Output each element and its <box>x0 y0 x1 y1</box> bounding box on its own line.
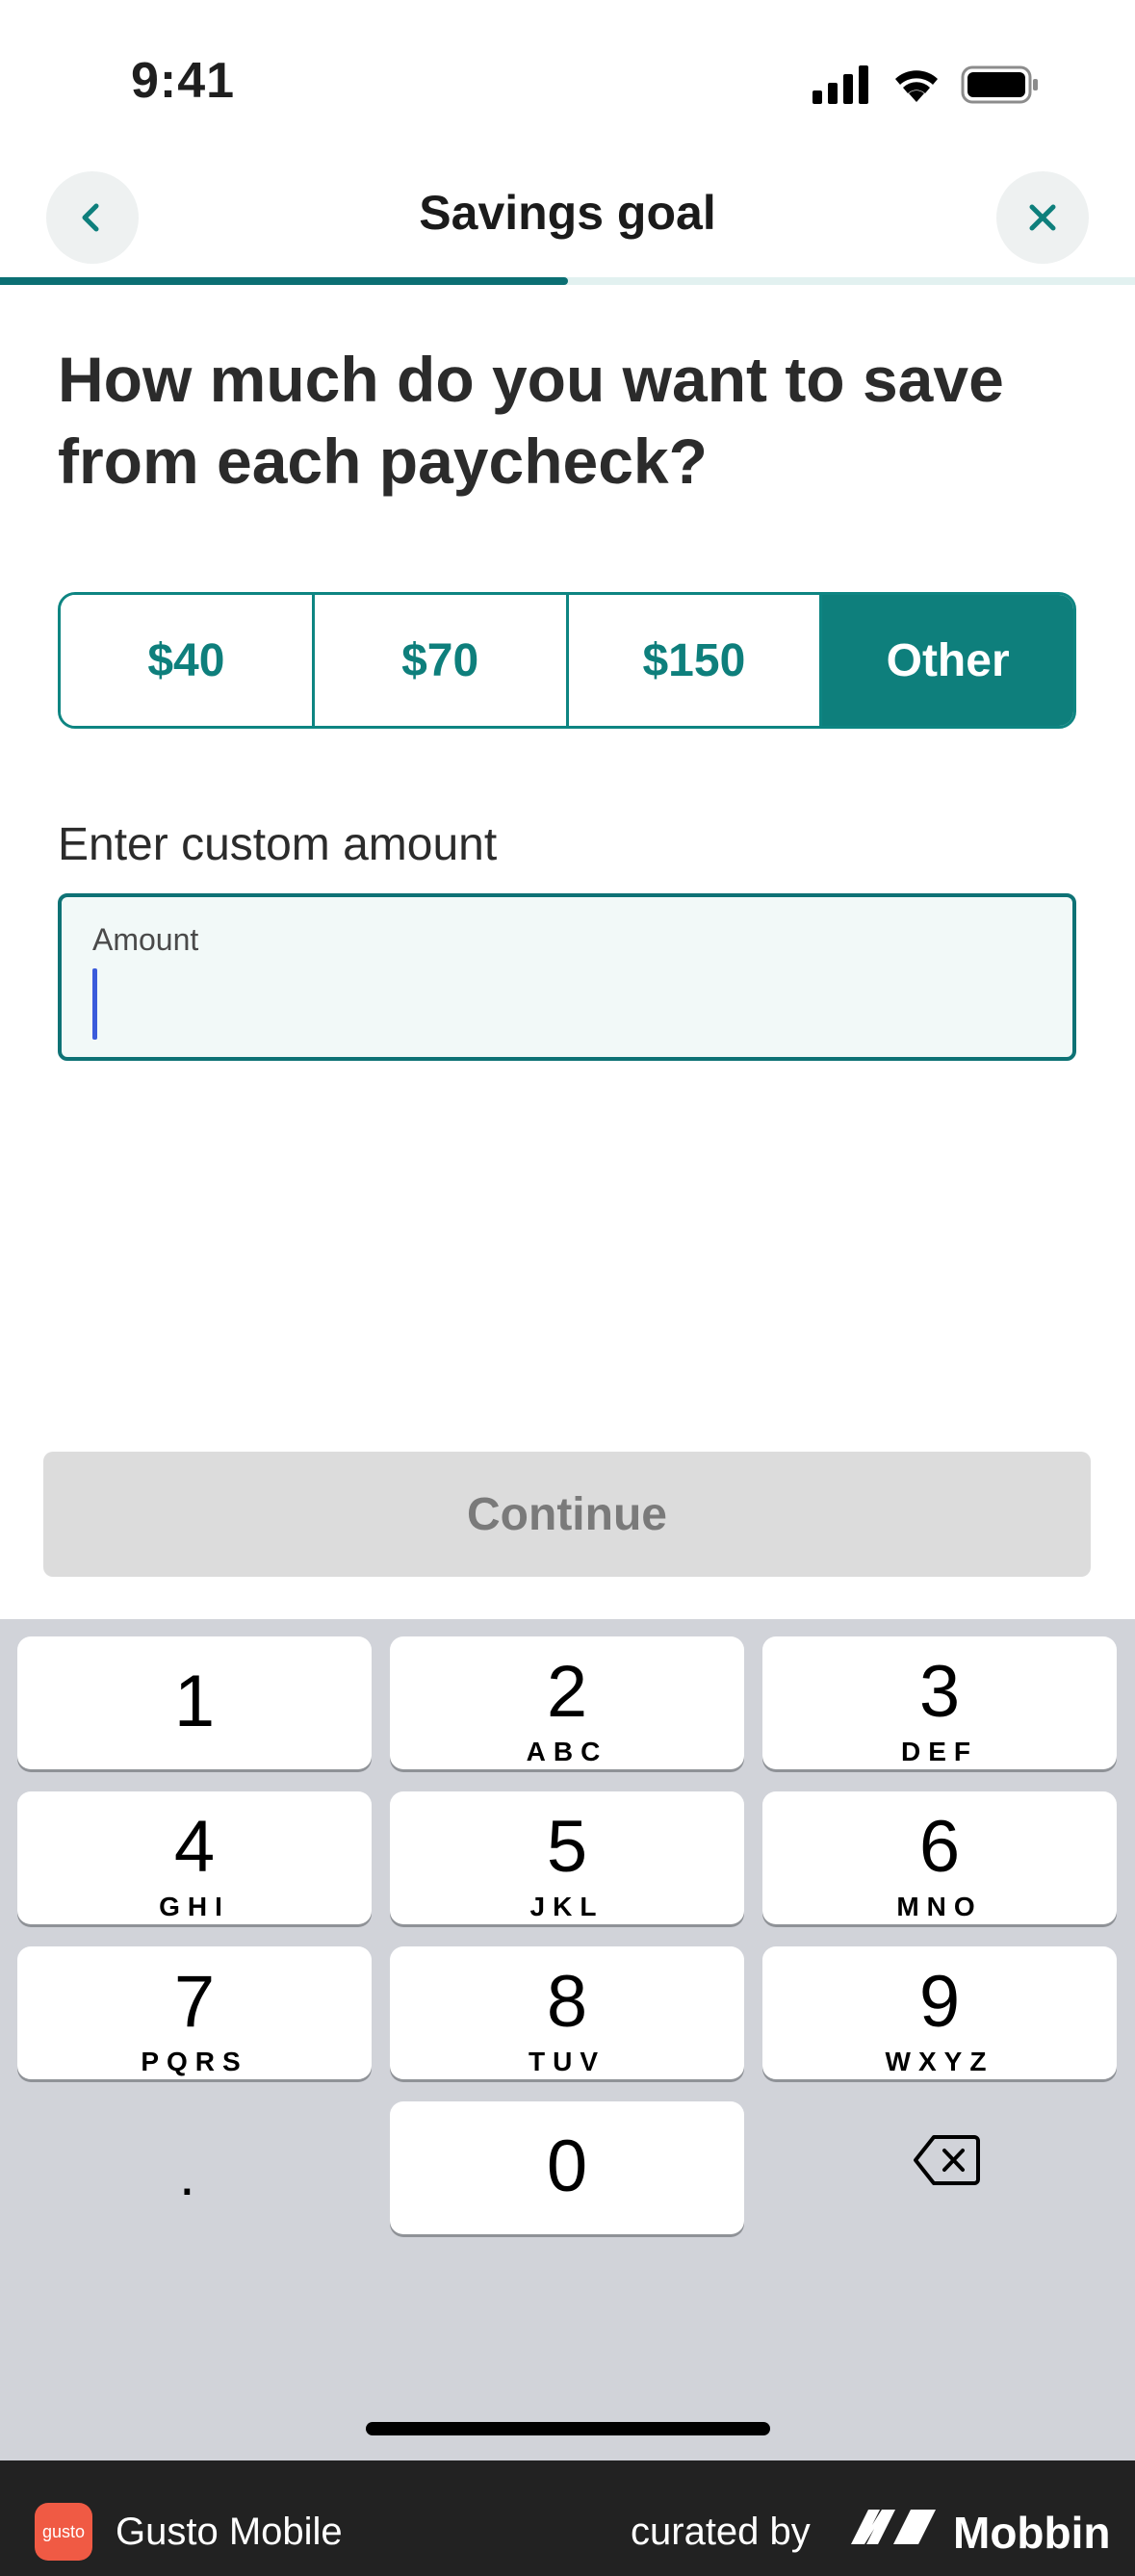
key-digit: 3 <box>918 1651 961 1733</box>
question-heading: How much do you want to save from each p… <box>58 344 1004 497</box>
text-cursor <box>92 968 97 1040</box>
option-40[interactable]: $40 <box>61 595 315 726</box>
key-8[interactable]: 8 TUV <box>390 1946 744 2079</box>
key-digit: 7 <box>173 1961 216 2043</box>
key-digit: 6 <box>918 1806 961 1888</box>
key-digit: 4 <box>173 1806 216 1888</box>
key-4[interactable]: 4 GHI <box>17 1791 372 1924</box>
key-letters: ABC <box>526 1737 608 1766</box>
battery-icon <box>961 65 1038 104</box>
key-letters: MNO <box>896 1892 983 1921</box>
continue-button[interactable]: Continue <box>43 1452 1091 1577</box>
progress-bar <box>0 277 1135 285</box>
key-7[interactable]: 7 PQRS <box>17 1946 372 2079</box>
key-letters: PQRS <box>141 2047 248 2076</box>
custom-amount-label: Enter custom amount <box>58 819 498 870</box>
wifi-icon <box>895 70 938 102</box>
key-3[interactable]: 3 DEF <box>762 1636 1117 1769</box>
key-digit: 5 <box>546 1806 588 1888</box>
key-decimal[interactable]: . <box>179 2142 195 2208</box>
key-9[interactable]: 9 WXYZ <box>762 1946 1117 2079</box>
key-digit: 2 <box>546 1651 588 1733</box>
amount-field-label: Amount <box>92 922 199 957</box>
key-1[interactable]: 1 <box>17 1636 372 1769</box>
option-150[interactable]: $150 <box>568 595 823 726</box>
footer-curated-by: curated by <box>631 2511 811 2553</box>
key-2[interactable]: 2 ABC <box>390 1636 744 1769</box>
key-digit: 1 <box>173 1661 216 1742</box>
key-digit: 9 <box>918 1961 961 2043</box>
backspace-icon[interactable] <box>913 2133 980 2187</box>
page-title: Savings goal <box>419 186 716 240</box>
amount-input[interactable]: Amount <box>58 893 1076 1061</box>
mobbin-brand: Mobbin <box>953 2508 1111 2558</box>
status-time: 9:41 <box>131 53 236 109</box>
key-letters: TUV <box>529 2047 606 2076</box>
home-indicator <box>366 2422 770 2435</box>
key-0[interactable]: 0 <box>390 2101 744 2234</box>
amount-options: $40 $70 $150 Other <box>58 592 1076 729</box>
mobbin-logo-icon <box>851 2510 936 2544</box>
option-70[interactable]: $70 <box>314 595 569 726</box>
key-letters: JKL <box>529 1892 605 1921</box>
close-icon <box>1029 204 1056 231</box>
key-digit: 8 <box>546 1961 588 2043</box>
key-letters: GHI <box>159 1892 230 1921</box>
signal-icon <box>813 65 868 104</box>
option-other[interactable]: Other <box>822 595 1073 726</box>
key-letters: DEF <box>901 1737 978 1766</box>
key-letters: WXYZ <box>885 2047 994 2076</box>
key-5[interactable]: 5 JKL <box>390 1791 744 1924</box>
status-icons <box>813 65 1038 104</box>
key-digit: 0 <box>546 2125 588 2207</box>
gusto-logo: gusto <box>35 2503 92 2561</box>
footer-app-name: Gusto Mobile <box>116 2511 343 2553</box>
progress-fill <box>0 277 568 285</box>
key-6[interactable]: 6 MNO <box>762 1791 1117 1924</box>
close-button[interactable] <box>996 171 1089 264</box>
